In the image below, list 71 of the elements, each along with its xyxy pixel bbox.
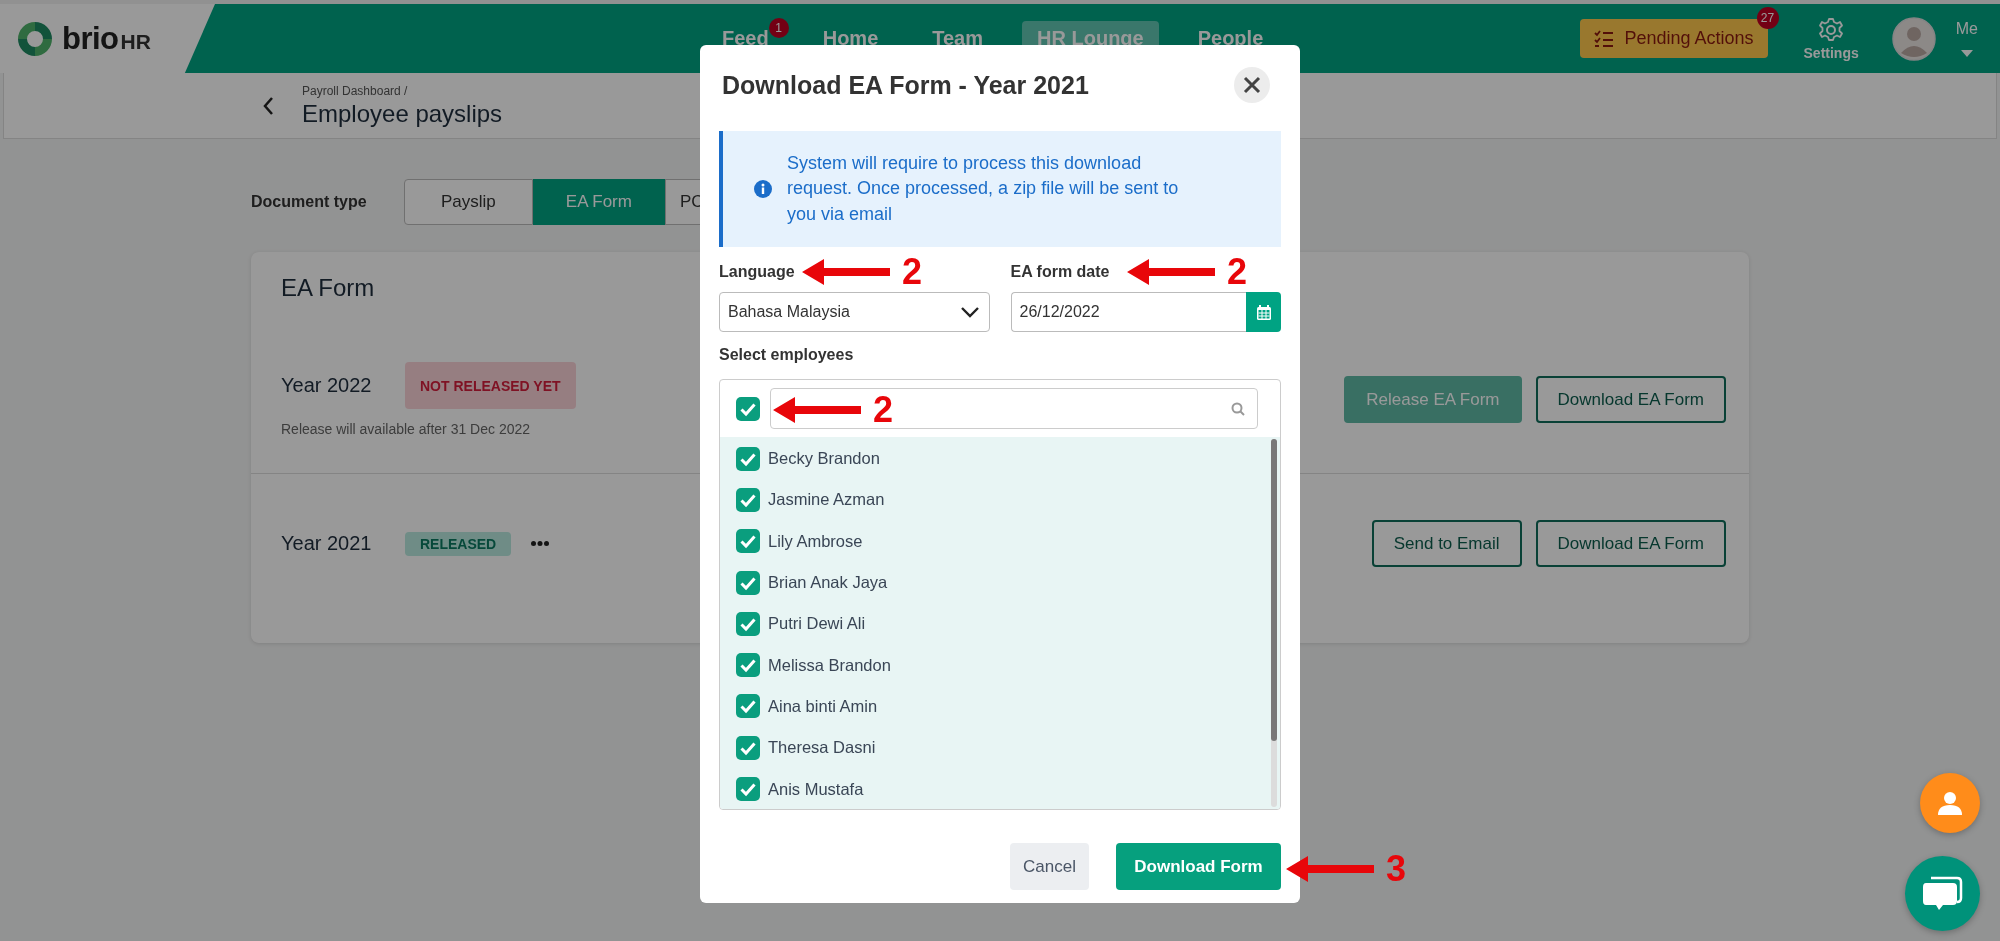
download-button[interactable]: Send to Email <box>1371 520 1522 567</box>
checkbox[interactable] <box>736 694 760 719</box>
employee-name: Becky Brandon <box>768 449 880 469</box>
checkbox[interactable] <box>736 611 760 636</box>
checkbox[interactable] <box>736 735 760 760</box>
annotation-number: 2 <box>902 254 923 290</box>
employee-name: Putri Dewi Ali <box>768 614 866 634</box>
settings-button[interactable]: Settings <box>1803 16 1859 61</box>
year-label: Year 2022 <box>281 374 373 397</box>
logo-text: HR <box>120 29 151 54</box>
user-menu-label[interactable]: Me <box>1955 20 1978 38</box>
annotation-number: 3 <box>1386 851 1407 887</box>
year-label: Year 2021 <box>281 532 373 555</box>
calendar-icon <box>1256 304 1271 320</box>
chat-icon <box>1922 875 1963 912</box>
employee-name: Lily Ambrose <box>768 531 863 551</box>
chat-button[interactable] <box>1905 856 1980 931</box>
download-form-button[interactable]: Download Form <box>1116 843 1281 890</box>
info-icon <box>754 180 772 198</box>
settings-icon <box>1818 16 1845 43</box>
page-title: Employee payslips <box>302 99 503 128</box>
checkbox[interactable] <box>736 446 760 471</box>
segment-tab[interactable]: EA Form <box>532 179 665 225</box>
checklist-icon <box>1594 29 1615 48</box>
checkbox[interactable] <box>736 529 760 554</box>
checkbox[interactable] <box>736 487 760 512</box>
download-button[interactable]: Download EA Form <box>1535 520 1726 567</box>
annotation-number: 2 <box>1227 254 1248 290</box>
more-icon[interactable] <box>531 541 550 546</box>
person-icon <box>1937 790 1963 816</box>
search-field[interactable] <box>770 388 1258 429</box>
field-label: Language <box>719 263 795 282</box>
employee-name: Anis Mustafa <box>768 779 864 799</box>
notification-badge: 27 <box>1756 7 1779 29</box>
close-icon <box>1243 76 1261 94</box>
search-icon <box>1231 401 1245 416</box>
checkbox[interactable] <box>736 396 760 421</box>
support-button[interactable] <box>1920 773 1980 833</box>
field-label: Select employees <box>719 346 854 365</box>
status-badge: NOT RELEASED YET <box>405 362 576 409</box>
chevron-down-icon <box>960 306 979 318</box>
card-title: EA Form <box>281 274 376 302</box>
release-note: Release will available after 31 Dec 2022 <box>281 421 532 437</box>
field-label: EA form date <box>1010 263 1110 282</box>
checkbox[interactable] <box>736 653 760 678</box>
employee-name: Brian Anak Jaya <box>768 573 888 593</box>
breadcrumb-link[interactable]: Payroll Dashboard / <box>302 83 503 98</box>
language-dropdown[interactable]: Bahasa Malaysia <box>719 292 990 332</box>
employee-name: Melissa Brandon <box>768 655 891 675</box>
download-button[interactable]: Download EA Form <box>1535 376 1726 423</box>
status-badge: RELEASED <box>405 531 512 556</box>
employee-name: Aina binti Amin <box>768 696 878 716</box>
logo-text: brio <box>62 20 119 57</box>
notification-badge: 1 <box>768 18 789 38</box>
info-message: System will require to process this download request. Once processed, a zip file will be sent to you via email <box>787 151 1180 226</box>
settings-label: Settings <box>1803 44 1859 61</box>
scrollbar[interactable] <box>1271 439 1277 807</box>
calendar-button[interactable] <box>1246 292 1281 332</box>
segment-tab[interactable]: Payslip <box>404 179 533 225</box>
avatar[interactable] <box>1891 16 1936 61</box>
checkbox[interactable] <box>736 777 760 801</box>
employee-name: Jasmine Azman <box>768 490 885 510</box>
field-label: Document type <box>251 193 368 211</box>
cancel-button[interactable]: Cancel <box>1010 843 1089 890</box>
dialog-title: Download EA Form - Year 2021 <box>722 70 1089 100</box>
caret-icon[interactable] <box>1960 50 1973 57</box>
employee-name: Theresa Dasni <box>768 738 876 758</box>
checkbox[interactable] <box>736 570 760 595</box>
date-field[interactable]: 26/12/2022 <box>1010 292 1246 332</box>
close-button[interactable] <box>1234 67 1270 103</box>
annotation-number: 2 <box>873 392 894 428</box>
